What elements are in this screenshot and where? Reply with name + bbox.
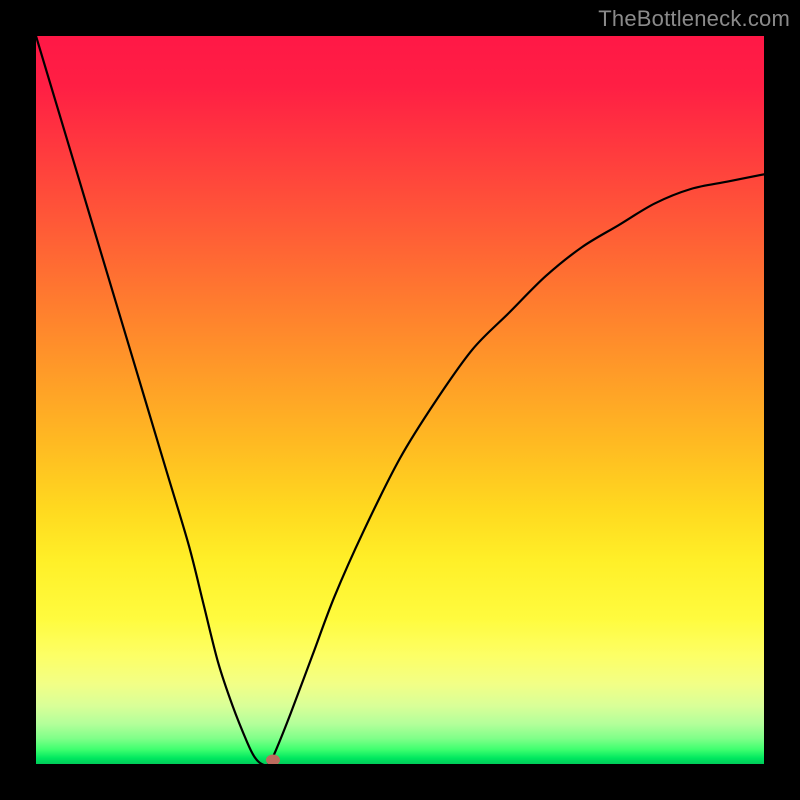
bottleneck-marker	[266, 755, 280, 764]
bottleneck-curve	[36, 36, 764, 764]
watermark-text: TheBottleneck.com	[598, 6, 790, 32]
plot-area	[36, 36, 764, 764]
chart-container: TheBottleneck.com	[0, 0, 800, 800]
